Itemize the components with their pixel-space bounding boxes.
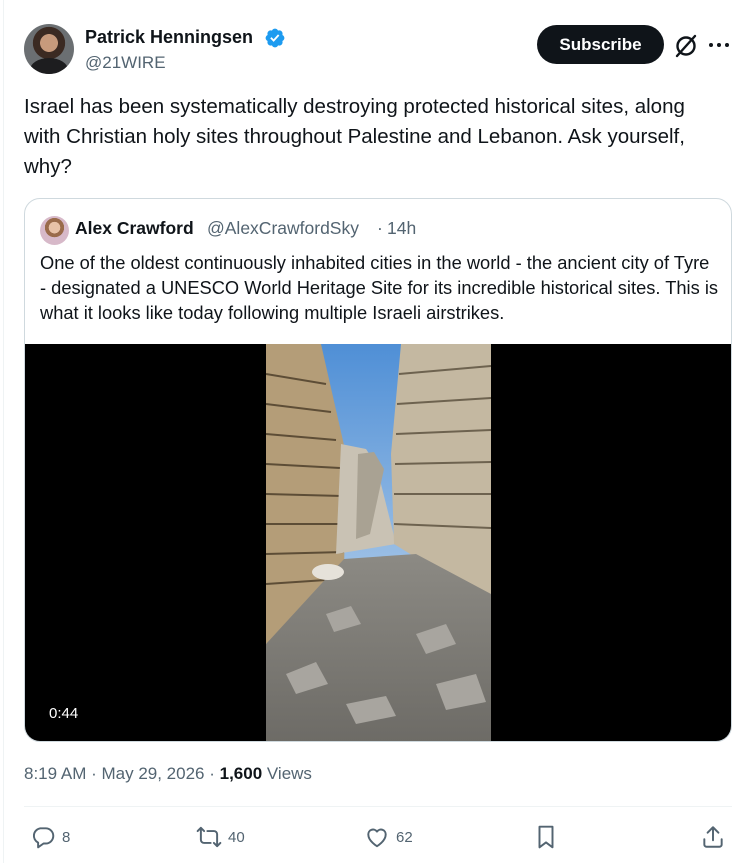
tweet-card: Patrick Henningsen @21WIRE Subscribe Isr… (0, 0, 747, 863)
repost-icon (196, 826, 222, 848)
avatar-shirt (30, 58, 68, 74)
tweet-meta: 8:19 AM · May 29, 2026 · 1,600 Views (24, 764, 312, 784)
views-count: 1,600 (219, 764, 263, 783)
author-name[interactable]: Patrick Henningsen (85, 27, 253, 48)
heart-icon (367, 828, 387, 848)
card-left-border (3, 0, 4, 863)
destroyed-street-image (266, 344, 491, 741)
divider (24, 806, 732, 807)
like-count: 62 (396, 828, 413, 846)
views-label: Views (262, 764, 312, 783)
share-button[interactable] (700, 822, 726, 852)
repost-button[interactable]: 40 (196, 822, 245, 852)
reply-icon (32, 827, 55, 849)
quoted-tweet[interactable]: Alex Crawford @AlexCrawfordSky · 14h One… (24, 198, 732, 742)
author-avatar[interactable] (24, 24, 74, 74)
quoted-author-name[interactable]: Alex Crawford (75, 218, 194, 239)
verified-badge-icon (265, 28, 285, 48)
author-handle[interactable]: @21WIRE (85, 53, 166, 73)
reply-button[interactable]: 8 (30, 822, 70, 852)
video-player[interactable]: 0:44 (25, 344, 731, 741)
tweet-time[interactable]: 8:19 AM (24, 764, 86, 783)
quoted-timestamp[interactable]: 14h (387, 218, 416, 239)
subscribe-button[interactable]: Subscribe (537, 25, 664, 64)
quoted-separator-dot: · (377, 218, 383, 238)
video-thumbnail[interactable] (266, 344, 491, 741)
meta-separator: · (86, 764, 102, 783)
quoted-author-handle[interactable]: @AlexCrawfordSky (207, 218, 359, 239)
quoted-author-avatar[interactable] (40, 216, 69, 245)
quoted-tweet-text: One of the oldest continuously inhabited… (40, 252, 719, 323)
grok-icon[interactable] (673, 33, 699, 59)
bookmark-icon (538, 825, 554, 849)
more-options-icon[interactable] (708, 40, 730, 50)
meta-separator: · (204, 764, 220, 783)
tweet-text: Israel has been systematically destroyin… (24, 95, 685, 178)
video-duration: 0:44 (49, 705, 79, 722)
like-button[interactable]: 62 (364, 822, 413, 852)
bookmark-button[interactable] (533, 822, 559, 852)
tweet-date[interactable]: May 29, 2026 (101, 764, 204, 783)
share-icon (703, 826, 723, 848)
repost-count: 40 (228, 828, 245, 846)
reply-count: 8 (62, 828, 71, 846)
